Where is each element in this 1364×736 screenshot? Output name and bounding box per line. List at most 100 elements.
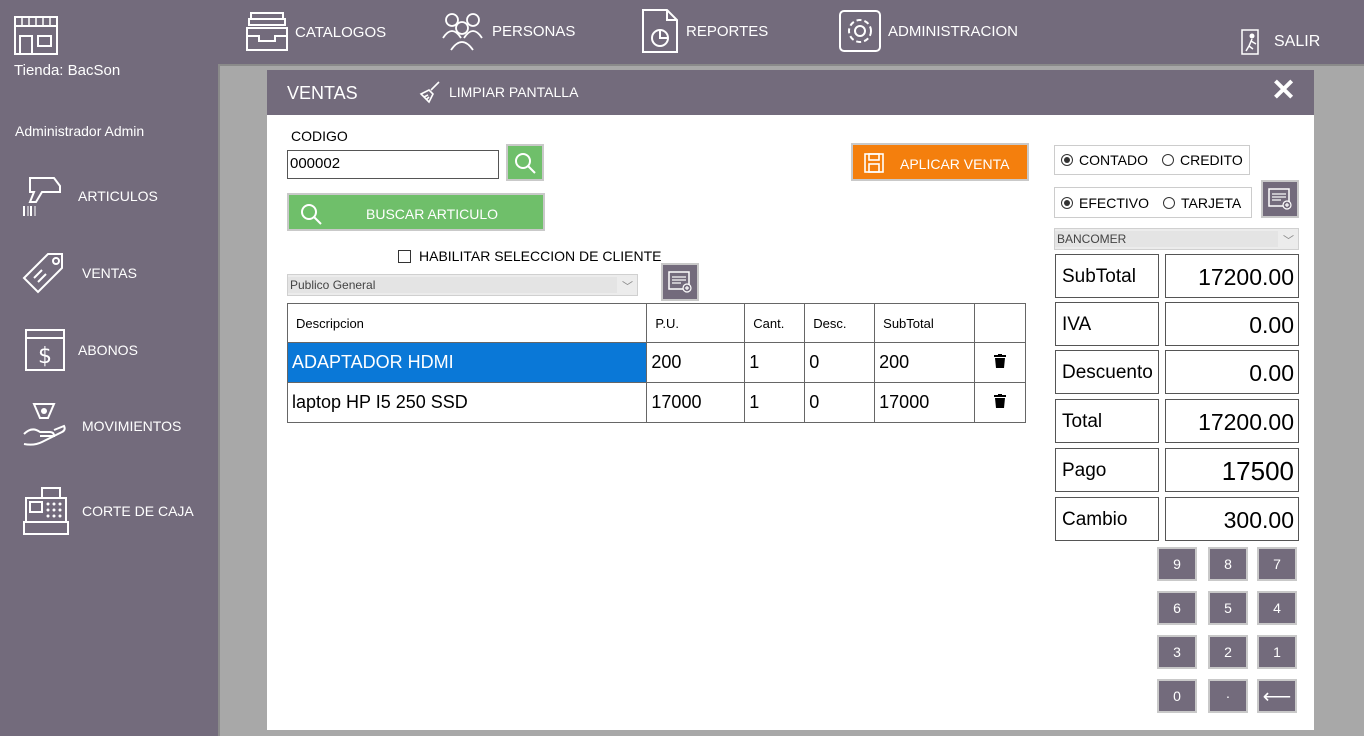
radio-tarjeta[interactable]: TARJETA: [1163, 195, 1241, 211]
bank-select[interactable]: BANCOMER ﹀: [1054, 228, 1299, 250]
nav-reportes[interactable]: REPORTES: [640, 8, 768, 54]
delete-row-button[interactable]: [974, 382, 1026, 423]
add-client-button[interactable]: [661, 263, 699, 301]
radio-dot[interactable]: [1161, 154, 1174, 166]
cell-pu: 200: [646, 342, 746, 383]
table-header-row: Descripcion P.U. Cant. Desc. SubTotal: [286, 303, 1026, 343]
chevron-down-icon: ﹀: [622, 281, 633, 293]
table-row[interactable]: ADAPTADOR HDMI 200 1 0 200: [286, 342, 1026, 383]
sidebar-item-label: CORTE DE CAJA: [82, 503, 194, 519]
price-tag-icon: [22, 253, 63, 294]
sidebar-item-movimientos[interactable]: MOVIMIENTOS: [20, 400, 181, 452]
exit-button[interactable]: SALIR: [1240, 28, 1320, 56]
iva-label: IVA: [1055, 302, 1159, 346]
checkbox-box[interactable]: [398, 249, 411, 263]
add-card-icon: [1268, 188, 1292, 210]
key-7[interactable]: 7: [1257, 547, 1297, 581]
svg-text:$: $: [38, 344, 52, 369]
pago-input[interactable]: 17500: [1165, 448, 1299, 492]
table-row[interactable]: laptop HP I5 250 SSD 17000 1 0 17000: [286, 382, 1026, 423]
delete-row-button[interactable]: [974, 342, 1026, 383]
sidebar-item-articulos[interactable]: ARTICULOS: [20, 172, 158, 220]
cell-desc[interactable]: 0: [804, 382, 876, 423]
radio-efectivo[interactable]: EFECTIVO: [1061, 195, 1149, 211]
key-5[interactable]: 5: [1208, 591, 1248, 625]
column-header: SubTotal: [874, 303, 976, 343]
key-2[interactable]: 2: [1208, 635, 1248, 669]
key-0[interactable]: 0: [1157, 679, 1197, 713]
nav-label: REPORTES: [686, 22, 769, 40]
radio-contado[interactable]: CONTADO: [1061, 152, 1148, 168]
nav-personas[interactable]: PERSONAS: [440, 8, 575, 54]
sidebar-item-abonos[interactable]: $ ABONOS: [20, 328, 138, 372]
nav-label: PERSONAS: [492, 22, 576, 40]
nav-label: CATALOGOS: [295, 23, 387, 41]
key-1[interactable]: 1: [1257, 635, 1297, 669]
exit-label: SALIR: [1274, 33, 1321, 50]
cell-cant[interactable]: 1: [744, 382, 806, 423]
tray-icon: [246, 12, 288, 51]
sidebar-item-label: MOVIMIENTOS: [82, 418, 182, 434]
radio-credito[interactable]: CREDITO: [1161, 152, 1243, 168]
key-8[interactable]: 8: [1208, 547, 1248, 581]
payment-method-group: EFECTIVO TARJETA: [1054, 187, 1252, 218]
habilitar-cliente-checkbox[interactable]: HABILITAR SELECCION DE CLIENTE: [398, 248, 661, 264]
people-icon: [442, 13, 483, 51]
pago-label: Pago: [1055, 448, 1159, 492]
descuento-value: 0.00: [1165, 350, 1299, 394]
cell-descripcion: laptop HP I5 250 SSD: [286, 382, 648, 423]
cliente-select[interactable]: Publico General ﹀: [287, 274, 638, 296]
clear-screen-label: LIMPIAR PANTALLA: [449, 84, 579, 100]
radio-label: CONTADO: [1079, 152, 1148, 168]
column-header: Cant.: [744, 303, 806, 343]
add-card-button[interactable]: [1261, 180, 1299, 218]
close-icon[interactable]: ✕: [1271, 76, 1296, 106]
aplicar-venta-button[interactable]: APLICAR VENTA: [851, 143, 1029, 181]
radio-dot[interactable]: [1163, 196, 1176, 209]
key-4[interactable]: 4: [1257, 591, 1297, 625]
total-label: Total: [1055, 399, 1159, 443]
radio-label: EFECTIVO: [1079, 194, 1150, 211]
codigo-label: CODIGO: [291, 128, 348, 144]
nav-catalogos[interactable]: CATALOGOS: [245, 10, 386, 54]
panel-header: VENTAS LIMPIAR PANTALLA ✕: [267, 70, 1314, 115]
broom-icon: [419, 81, 440, 104]
iva-value: 0.00: [1165, 302, 1299, 346]
user-name: Administrador Admin: [15, 123, 145, 139]
habilitar-cliente-label: HABILITAR SELECCION DE CLIENTE: [419, 248, 662, 264]
bank-select-value: BANCOMER: [1057, 232, 1127, 246]
key-9[interactable]: 9: [1157, 547, 1197, 581]
key-backspace[interactable]: ⟵: [1257, 679, 1297, 713]
cash-register-icon: [23, 487, 69, 535]
trash-icon: [994, 354, 1007, 368]
cell-descripcion: ADAPTADOR HDMI: [286, 342, 648, 383]
radio-dot[interactable]: [1061, 196, 1073, 209]
nav-administracion[interactable]: ADMINISTRACION: [838, 9, 1018, 53]
clear-screen-button[interactable]: LIMPIAR PANTALLA: [419, 80, 578, 104]
hand-money-icon: [23, 403, 66, 446]
key-3[interactable]: 3: [1157, 635, 1197, 669]
sidebar-item-label: ARTICULOS: [78, 188, 158, 204]
codigo-input[interactable]: 000002: [287, 150, 499, 179]
payment-type-group: CONTADO CREDITO: [1054, 145, 1250, 175]
nav-label: ADMINISTRACION: [888, 22, 1019, 40]
cell-desc[interactable]: 0: [804, 342, 876, 383]
cell-cant[interactable]: 1: [744, 342, 806, 383]
gear-icon: [839, 10, 881, 52]
barcode-scanner-icon: [23, 177, 61, 216]
trash-icon: [994, 394, 1007, 408]
column-header: P.U.: [646, 303, 746, 343]
sidebar-item-corte-de-caja[interactable]: CORTE DE CAJA: [20, 486, 194, 536]
report-icon: [642, 9, 678, 53]
total-value: 17200.00: [1165, 399, 1299, 443]
radio-dot[interactable]: [1061, 154, 1073, 166]
sale-items-table: Descripcion P.U. Cant. Desc. SubTotal AD…: [286, 303, 1026, 423]
key-decimal[interactable]: ·: [1208, 679, 1248, 713]
panel-title: VENTAS: [287, 83, 358, 103]
key-6[interactable]: 6: [1157, 591, 1197, 625]
search-code-button[interactable]: [506, 144, 544, 181]
buscar-articulo-button[interactable]: BUSCAR ARTICULO: [287, 193, 545, 231]
sidebar-item-ventas[interactable]: VENTAS: [20, 248, 137, 298]
column-header: Desc.: [804, 303, 876, 343]
cliente-select-value: Publico General: [290, 278, 376, 292]
